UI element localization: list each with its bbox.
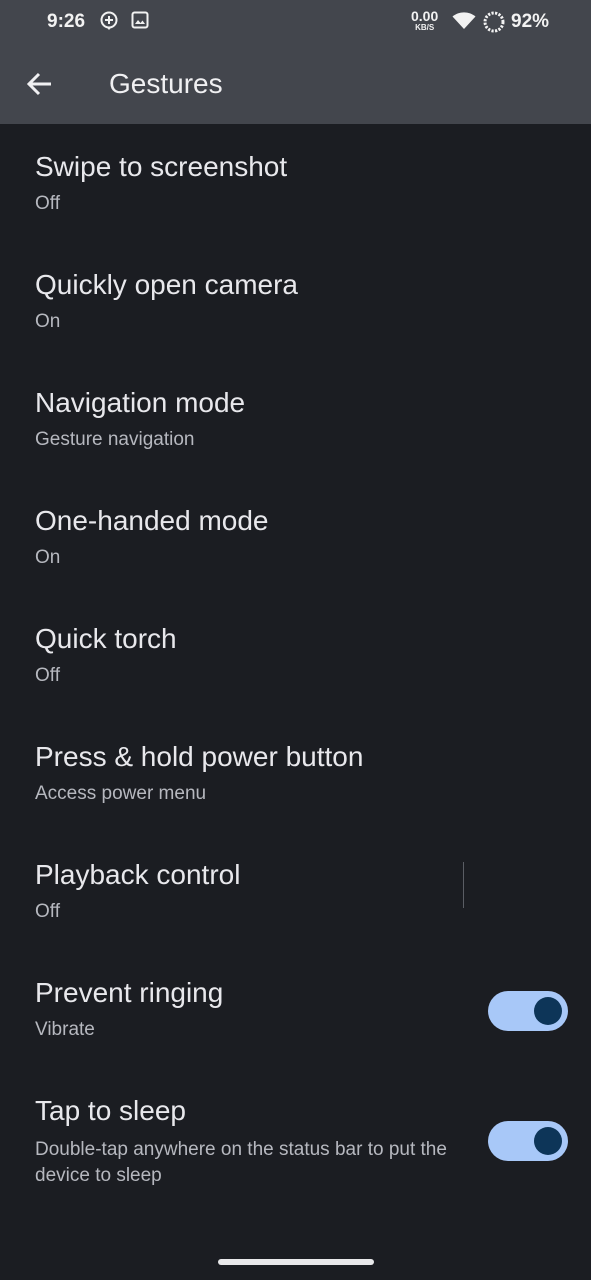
setting-tap-to-sleep[interactable]: Tap to sleep Double-tap anywhere on the … [0, 1068, 591, 1186]
setting-quickly-open-camera[interactable]: Quickly open camera On [0, 242, 591, 360]
arrow-back-icon [27, 72, 51, 96]
setting-title: Swipe to screenshot [35, 151, 288, 182]
setting-navigation-mode[interactable]: Navigation mode Gesture navigation [0, 360, 591, 478]
setting-summary: Access power menu [35, 783, 207, 804]
setting-summary: Off [35, 665, 60, 686]
setting-title: Quickly open camera [35, 269, 299, 300]
setting-summary: Off [35, 901, 60, 922]
settings-list: Swipe to screenshot Off Quickly open cam… [0, 124, 591, 1186]
network-speed: 0.00 KB/S [411, 8, 439, 32]
setting-title: Prevent ringing [35, 977, 224, 1008]
battery-ring-icon [482, 10, 506, 39]
setting-one-handed-mode[interactable]: One-handed mode On [0, 478, 591, 596]
status-time: 9:26 [47, 11, 86, 32]
setting-summary: Gesture navigation [35, 429, 195, 450]
divider [463, 862, 464, 908]
image-icon [131, 11, 149, 34]
status-bar: 9:26 0.00 KB/S 92% [0, 0, 591, 44]
setting-title: One-handed mode [35, 505, 269, 536]
wifi-icon [452, 12, 476, 35]
toggle-knob [534, 997, 562, 1025]
setting-title: Playback control [35, 859, 241, 890]
setting-swipe-to-screenshot[interactable]: Swipe to screenshot Off [0, 124, 591, 242]
setting-summary: On [35, 311, 61, 332]
page-title: Gestures [109, 68, 223, 99]
setting-prevent-ringing[interactable]: Prevent ringing Vibrate [0, 950, 591, 1068]
battery-percent: 92% [511, 11, 550, 32]
setting-title: Navigation mode [35, 387, 246, 418]
app-bar: Gestures [0, 44, 591, 124]
setting-summary: Double-tap anywhere on the status bar to… [35, 1139, 447, 1186]
location-plus-icon [99, 11, 119, 36]
setting-summary: Vibrate [35, 1019, 95, 1040]
back-button[interactable] [20, 64, 60, 104]
setting-title: Quick torch [35, 623, 177, 654]
setting-summary: Off [35, 193, 60, 214]
setting-quick-torch[interactable]: Quick torch Off [0, 596, 591, 714]
setting-press-hold-power-button[interactable]: Press & hold power button Access power m… [0, 714, 591, 832]
setting-title: Press & hold power button [35, 741, 364, 772]
setting-playback-control[interactable]: Playback control Off [0, 832, 591, 950]
prevent-ringing-toggle[interactable] [488, 991, 568, 1031]
setting-title: Tap to sleep [35, 1095, 186, 1126]
tap-to-sleep-toggle[interactable] [488, 1121, 568, 1161]
setting-summary: On [35, 547, 61, 568]
gesture-nav-handle[interactable] [218, 1259, 374, 1265]
toggle-knob [534, 1127, 562, 1155]
